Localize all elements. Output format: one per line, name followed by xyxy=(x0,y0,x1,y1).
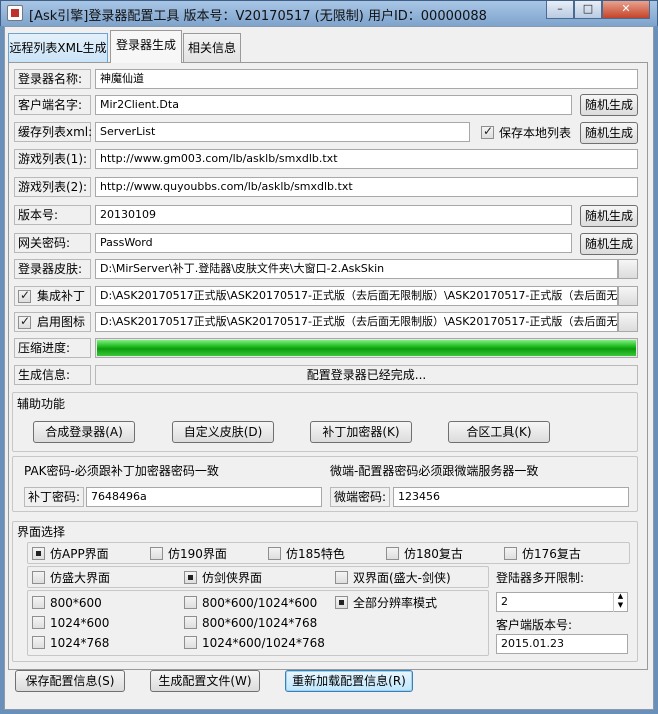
res-1024x768-checkbox[interactable] xyxy=(32,636,45,649)
multi-open-label: 登陆器多开限制: xyxy=(496,571,585,585)
client-version-label: 客户端版本号: xyxy=(496,618,573,632)
aux-title: 辅助功能 xyxy=(17,397,66,411)
style-jianxia-checkbox[interactable] xyxy=(184,571,197,584)
client-name-input[interactable]: Mir2Client.Dta xyxy=(95,95,572,115)
res-combo1-checkbox[interactable] xyxy=(184,596,197,609)
title-bar: [Ask引擎]登录器配置工具 版本号：V20170517 (无限制) 用户ID：… xyxy=(0,0,658,26)
res-1024x768-label: 1024*768 xyxy=(50,636,110,650)
tab-remote-xml[interactable]: 远程列表XML生成 xyxy=(8,33,108,63)
minimize-button[interactable]: – xyxy=(546,1,574,19)
res-800x600-checkbox[interactable] xyxy=(32,596,45,609)
patch-pwd-input[interactable]: 7648496a xyxy=(86,487,322,507)
random-client-name-button[interactable]: 随机生成 xyxy=(580,94,638,116)
gateway-pwd-input[interactable]: PassWord xyxy=(95,233,572,253)
random-gateway-pwd-button[interactable]: 随机生成 xyxy=(580,233,638,255)
merge-zone-tool-button[interactable]: 合区工具(K) xyxy=(448,421,550,443)
micro-note: 微端-配置器密码必须跟微端服务器一致 xyxy=(330,464,539,478)
gen-info-label: 生成信息: xyxy=(14,365,91,385)
spin-up-icon[interactable]: ▲ xyxy=(614,592,627,601)
res-all-label: 全部分辨率模式 xyxy=(353,596,438,610)
patch-browse-button[interactable] xyxy=(618,286,638,306)
res-combo3-checkbox[interactable] xyxy=(184,636,197,649)
save-local-label: 保存本地列表 xyxy=(499,126,572,140)
cache-xml-label: 缓存列表xml: xyxy=(14,122,92,142)
cache-xml-input[interactable]: ServerList xyxy=(95,122,470,142)
tab-launcher-gen[interactable]: 登录器生成 xyxy=(110,30,182,63)
res-800x600-label: 800*600 xyxy=(50,596,102,610)
pak-note: PAK密码-必须跟补丁加密器密码一致 xyxy=(24,464,219,478)
res-combo1-label: 800*600/1024*600 xyxy=(202,596,318,610)
compose-launcher-button[interactable]: 合成登录器(A) xyxy=(33,421,135,443)
patch-encryptor-button[interactable]: 补丁加密器(K) xyxy=(310,421,412,443)
style-176-checkbox[interactable] xyxy=(504,547,517,560)
gateway-pwd-label: 网关密码: xyxy=(14,233,91,253)
res-1024x600-checkbox[interactable] xyxy=(32,616,45,629)
game-list2-input[interactable]: http://www.quyoubbs.com/lb/asklb/smxdlb.… xyxy=(95,177,638,197)
multi-open-spinner[interactable]: 2 xyxy=(496,592,628,612)
custom-skin-button[interactable]: 自定义皮肤(D) xyxy=(172,421,274,443)
random-cache-xml-button[interactable]: 随机生成 xyxy=(580,122,638,144)
tab-about[interactable]: 相关信息 xyxy=(183,33,241,63)
client-version-input[interactable]: 2015.01.23 xyxy=(496,634,628,654)
res-all-checkbox[interactable] xyxy=(335,596,348,609)
res-combo2-checkbox[interactable] xyxy=(184,616,197,629)
maximize-button[interactable]: □ xyxy=(574,1,602,19)
ui-select-title: 界面选择 xyxy=(17,525,66,539)
style-dual-checkbox[interactable] xyxy=(335,571,348,584)
spin-down-icon[interactable]: ▼ xyxy=(614,601,627,610)
style-185-checkbox[interactable] xyxy=(268,547,281,560)
style-176-label: 仿176复古 xyxy=(522,547,581,561)
skin-path-input[interactable]: D:\MirServer\补丁.登陆器\皮肤文件夹\大窗口-2.AskSkin xyxy=(95,259,618,279)
micro-pwd-label: 微端密码: xyxy=(330,487,390,507)
save-config-button[interactable]: 保存配置信息(S) xyxy=(15,670,125,692)
skin-browse-button[interactable] xyxy=(618,259,638,279)
style-shanda-checkbox[interactable] xyxy=(32,571,45,584)
launcher-name-label: 登录器名称: xyxy=(14,69,91,89)
style-shanda-label: 仿盛大界面 xyxy=(50,571,111,585)
app-icon xyxy=(7,5,23,21)
style-dual-label: 双界面(盛大-剑侠) xyxy=(353,571,451,585)
version-label: 版本号: xyxy=(14,205,91,225)
skin-label: 登录器皮肤: xyxy=(14,259,91,279)
client-name-label: 客户端名字: xyxy=(14,95,91,115)
save-local-checkbox[interactable] xyxy=(481,124,494,139)
res-1024x600-label: 1024*600 xyxy=(50,616,110,630)
style-app-label: 仿APP界面 xyxy=(50,547,109,561)
style-180-label: 仿180复古 xyxy=(404,547,463,561)
icon-browse-button[interactable] xyxy=(618,312,638,332)
spinner-arrows[interactable]: ▲ ▼ xyxy=(613,592,627,612)
style-180-checkbox[interactable] xyxy=(386,547,399,560)
style-185-label: 仿185特色 xyxy=(286,547,345,561)
launcher-name-input[interactable]: 神魔仙道 xyxy=(95,69,638,89)
style-190-label: 仿190界面 xyxy=(168,547,227,561)
multi-open-value: 2 xyxy=(501,595,508,608)
game-list1-input[interactable]: http://www.gm003.com/lb/asklb/smxdlb.txt xyxy=(95,149,638,169)
gen-info-status: 配置登录器已经完成... xyxy=(95,365,638,385)
style-app-checkbox[interactable] xyxy=(32,547,45,560)
res-combo2-label: 800*600/1024*768 xyxy=(202,616,318,630)
micro-pwd-input[interactable]: 123456 xyxy=(393,487,629,507)
generate-config-button[interactable]: 生成配置文件(W) xyxy=(150,670,260,692)
game-list2-label: 游戏列表(2): xyxy=(14,177,91,197)
close-button[interactable]: ✕ xyxy=(602,1,650,19)
patch-path-input[interactable]: D:\ASK20170517正式版\ASK20170517-正式版（去后面无限制… xyxy=(95,286,618,306)
game-list1-label: 游戏列表(1): xyxy=(14,149,91,169)
version-input[interactable]: 20130109 xyxy=(95,205,572,225)
style-jianxia-label: 仿剑侠界面 xyxy=(202,571,263,585)
icon-checkbox[interactable] xyxy=(18,314,31,329)
window-title: [Ask引擎]登录器配置工具 版本号：V20170517 (无限制) 用户ID：… xyxy=(29,9,487,24)
style-190-checkbox[interactable] xyxy=(150,547,163,560)
icon-path-input[interactable]: D:\ASK20170517正式版\ASK20170517-正式版（去后面无限制… xyxy=(95,312,618,332)
patch-checkbox[interactable] xyxy=(18,288,31,303)
progress-label: 压缩进度: xyxy=(14,338,91,358)
res-combo3-label: 1024*600/1024*768 xyxy=(202,636,325,650)
compress-progress-bar xyxy=(95,338,638,358)
random-version-button[interactable]: 随机生成 xyxy=(580,205,638,227)
reload-config-button[interactable]: 重新加载配置信息(R) xyxy=(285,670,413,692)
patch-pwd-label: 补丁密码: xyxy=(24,487,84,507)
progress-fill xyxy=(97,340,636,356)
